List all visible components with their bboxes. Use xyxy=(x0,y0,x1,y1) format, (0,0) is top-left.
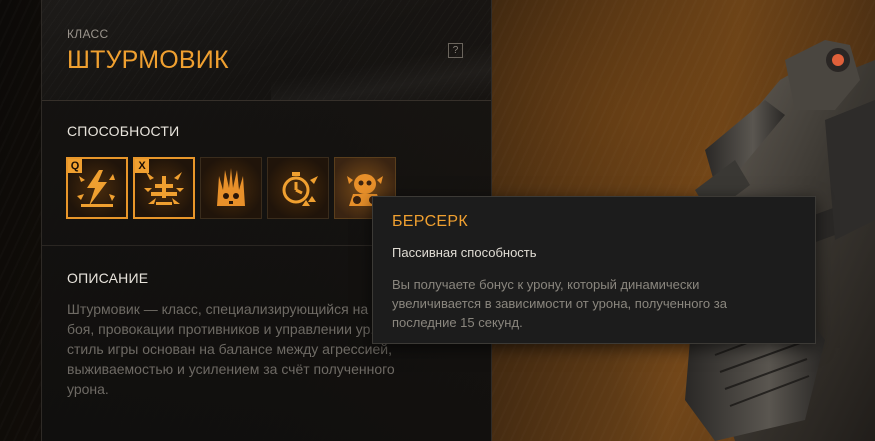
hotkey-badge: Q xyxy=(68,159,82,173)
hotkey-badge: X xyxy=(135,159,149,173)
skull-flame-icon xyxy=(217,168,245,206)
class-description: Штурмовик — класс, специализирующийся на… xyxy=(67,301,400,397)
abilities-title: СПОСОБНОСТИ xyxy=(67,123,180,139)
class-header: КЛАСС ШТУРМОВИК ? xyxy=(42,0,491,101)
tooltip-subtitle: Пассивная способность xyxy=(392,245,537,260)
class-label: КЛАСС xyxy=(67,27,109,41)
tooltip-title: БЕРСЕРК xyxy=(392,213,468,230)
class-name: ШТУРМОВИК xyxy=(67,46,229,74)
stopwatch-blood-icon xyxy=(282,172,318,206)
ability-tooltip: БЕРСЕРК Пассивная способность Вы получае… xyxy=(372,196,816,344)
help-button[interactable]: ? xyxy=(448,43,463,58)
ability-slot-4[interactable] xyxy=(267,157,329,219)
ability-slot-2[interactable]: X xyxy=(133,157,195,219)
ability-slot-1[interactable]: Q xyxy=(66,157,128,219)
tooltip-body: Вы получаете бонус к урону, который дина… xyxy=(392,277,727,330)
ability-slot-3[interactable] xyxy=(200,157,262,219)
description-title: ОПИСАНИЕ xyxy=(67,270,149,286)
